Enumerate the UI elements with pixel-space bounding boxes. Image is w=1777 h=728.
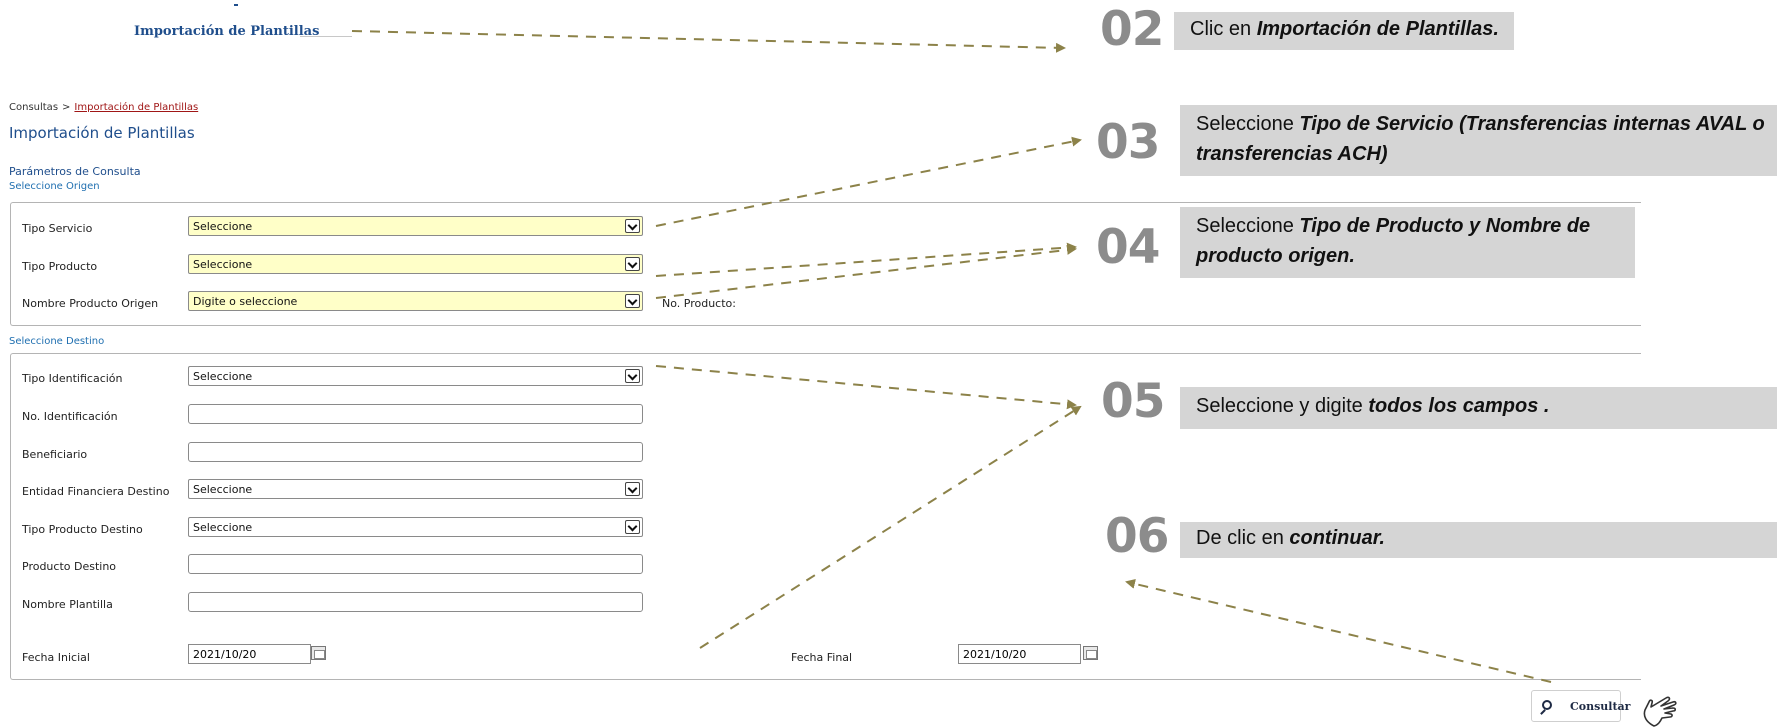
arrow-step-05b: [699, 405, 1082, 649]
arrow-step-02: [351, 30, 1066, 53]
callout-arrows: [351, 30, 1552, 683]
arrow-step-04b: [655, 244, 1077, 299]
arrow-step-06: [1125, 578, 1552, 683]
arrow-step-05a: [655, 365, 1077, 410]
arrow-step-04a: [655, 242, 1077, 277]
arrow-step-03: [655, 136, 1082, 227]
